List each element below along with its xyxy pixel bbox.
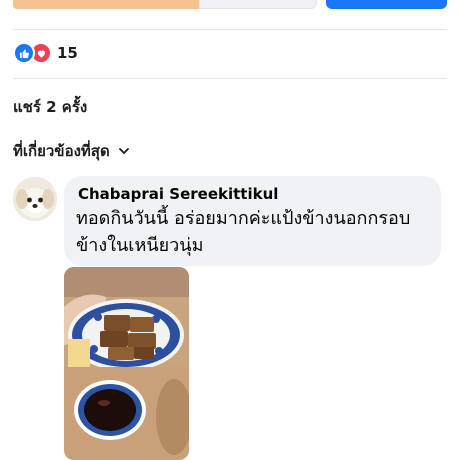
action-bar <box>0 0 460 12</box>
like-icon <box>13 42 35 64</box>
share-count-link[interactable]: แชร์ 2 ครั้ง <box>13 95 87 119</box>
comment-photo[interactable] <box>64 267 189 460</box>
divider <box>13 78 447 79</box>
avatar[interactable] <box>13 177 57 221</box>
primary-action-button[interactable] <box>326 0 447 9</box>
dog-avatar-image <box>13 177 57 221</box>
orange-action-button[interactable] <box>13 0 199 9</box>
chevron-down-icon <box>118 145 130 157</box>
comment-bubble: Chabaprai Sereekittikul ทอดกินวันนี้ อร่… <box>64 176 441 266</box>
sort-label: ที่เกี่ยวข้องที่สุด <box>13 142 110 160</box>
food-photo-image <box>64 267 189 460</box>
comment-author[interactable]: Chabaprai Sereekittikul <box>78 184 429 204</box>
reaction-count: 15 <box>57 44 78 62</box>
comment-text: ทอดกินวันนี้ อร่อยมากค่ะแป้งข้างนอกกรอบข… <box>76 208 411 256</box>
comment-sort-dropdown[interactable]: ที่เกี่ยวข้องที่สุด <box>13 139 130 163</box>
reaction-summary[interactable]: 15 <box>13 42 78 64</box>
secondary-action-button[interactable] <box>199 0 317 9</box>
divider <box>13 29 447 30</box>
